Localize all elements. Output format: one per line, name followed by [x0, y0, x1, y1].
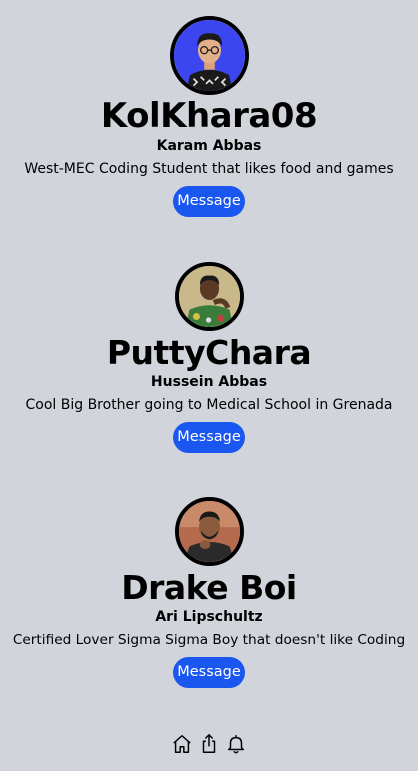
message-button[interactable]: Message	[173, 422, 245, 453]
avatar	[169, 16, 249, 95]
home-icon[interactable]	[171, 733, 193, 755]
bell-icon[interactable]	[225, 733, 247, 755]
bottom-nav	[0, 733, 418, 757]
profile-card-2: PuttyChara Hussein Abbas Cool Big Brothe…	[0, 262, 418, 453]
real-name: Karam Abbas	[156, 138, 262, 154]
share-icon[interactable]	[198, 733, 220, 755]
avatar-photo-icon	[173, 20, 245, 91]
avatar-photo-icon	[178, 501, 240, 562]
profile-card-3: Drake Boi Ari Lipschultz Certified Lover…	[0, 497, 418, 688]
avatar	[174, 497, 244, 566]
bio: Cool Big Brother going to Medical School…	[25, 397, 393, 413]
profile-card-1: KolKhara08 Karam Abbas West-MEC Coding S…	[0, 16, 418, 217]
real-name: Ari Lipschultz	[155, 609, 263, 625]
bio: West-MEC Coding Student that likes food …	[24, 161, 394, 177]
username: KolKhara08	[100, 96, 318, 136]
message-button[interactable]: Message	[173, 657, 245, 688]
avatar	[174, 262, 244, 331]
message-button[interactable]: Message	[173, 186, 245, 217]
bio: Certified Lover Sigma Sigma Boy that doe…	[12, 632, 406, 648]
username: PuttyChara	[106, 333, 312, 372]
real-name: Hussein Abbas	[150, 374, 268, 390]
username: Drake Boi	[121, 568, 297, 607]
avatar-photo-icon	[178, 266, 240, 327]
